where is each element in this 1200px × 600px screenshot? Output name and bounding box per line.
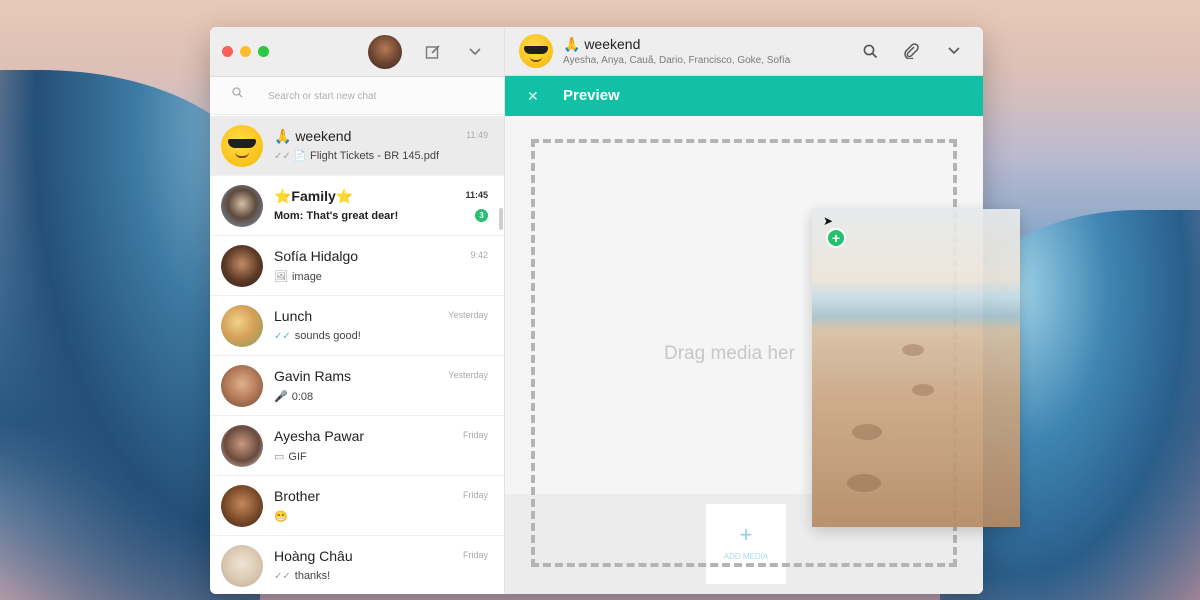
window-controls bbox=[222, 46, 269, 57]
chat-preview-text: 0:08 bbox=[291, 390, 314, 403]
chat-time: Friday bbox=[462, 430, 488, 440]
group-avatar[interactable] bbox=[519, 34, 553, 68]
avatar bbox=[221, 125, 263, 167]
chat-preview-text: sounds good! bbox=[294, 330, 361, 342]
chat-preview: ✓✓ 📄 Flight Tickets - BR 145.pdf bbox=[274, 150, 439, 162]
chat-time: 9:42 bbox=[470, 250, 488, 260]
group-title: 🙏 weekend bbox=[563, 36, 641, 52]
search-icon bbox=[232, 87, 243, 101]
chat-preview: 😁 bbox=[274, 510, 288, 523]
gif-icon: ▭ bbox=[274, 451, 285, 463]
avatar bbox=[221, 425, 263, 467]
chat-name: Gavin Rams bbox=[274, 368, 352, 384]
close-window-button[interactable] bbox=[222, 46, 233, 57]
chat-preview-text: 😁 bbox=[274, 511, 288, 523]
footprint bbox=[847, 474, 881, 492]
chat-row-family[interactable]: ⭐Family⭐ 11:45 Mom: That's great dear! 3 bbox=[210, 176, 504, 236]
chat-name: Lunch bbox=[274, 308, 313, 324]
chat-time: Friday bbox=[462, 490, 488, 500]
chat-preview: ✓✓ thanks! bbox=[274, 570, 330, 582]
chat-preview: 🎤 0:08 bbox=[274, 390, 314, 404]
mouse-cursor-icon: ➤ bbox=[823, 214, 834, 228]
drop-hint: Drag media her bbox=[664, 343, 795, 364]
preview-title: Preview bbox=[563, 87, 620, 104]
chat-preview-text: thanks! bbox=[294, 570, 331, 582]
sidebar-header bbox=[210, 27, 504, 77]
chat-preview: ✓✓ sounds good! bbox=[274, 330, 361, 342]
chat-preview-text: Mom: That's great dear! bbox=[274, 210, 399, 222]
search-input[interactable] bbox=[268, 86, 488, 106]
search-icon[interactable] bbox=[858, 39, 882, 63]
unread-badge: 3 bbox=[475, 209, 488, 222]
search-bar bbox=[210, 77, 504, 115]
chevron-down-icon[interactable] bbox=[463, 40, 487, 64]
chat-name: ⭐Family⭐ bbox=[274, 188, 354, 204]
chat-sidebar: 🙏 weekend 11:49 ✓✓ 📄 Flight Tickets - BR… bbox=[210, 27, 505, 594]
paperclip-icon[interactable] bbox=[899, 39, 923, 63]
dragged-beach-photo[interactable] bbox=[812, 209, 1020, 527]
sent-receipt-icon: ✓✓ bbox=[274, 570, 291, 582]
chevron-down-icon[interactable] bbox=[942, 39, 966, 63]
chat-preview: 🖼 image bbox=[274, 270, 322, 284]
chat-row-ayesha[interactable]: Ayesha Pawar Friday ▭ GIF bbox=[210, 416, 504, 476]
sunglasses-icon bbox=[524, 46, 548, 54]
read-receipt-icon: ✓✓ bbox=[274, 330, 291, 342]
footprint bbox=[852, 424, 882, 440]
document-icon: ✓✓ 📄 bbox=[274, 150, 306, 162]
chat-name: Brother bbox=[274, 488, 320, 504]
avatar bbox=[221, 245, 263, 287]
avatar bbox=[221, 545, 263, 587]
chat-row-gavin[interactable]: Gavin Rams Yesterday 🎤 0:08 bbox=[210, 356, 504, 416]
chat-row-lunch[interactable]: Lunch Yesterday ✓✓ sounds good! bbox=[210, 296, 504, 356]
chat-name: Sofía Hidalgo bbox=[274, 248, 359, 264]
chat-time: Friday bbox=[462, 550, 488, 560]
image-icon: 🖼 bbox=[274, 271, 288, 283]
preview-bar: ✕ Preview bbox=[505, 76, 983, 116]
chat-time: 11:45 bbox=[465, 190, 488, 200]
chat-time: 11:49 bbox=[466, 130, 488, 140]
group-members: Ayesha, Anya, Cauã, Dario, Francisco, Go… bbox=[563, 55, 791, 66]
avatar bbox=[221, 485, 263, 527]
avatar bbox=[221, 305, 263, 347]
chat-name: Hoàng Châu bbox=[274, 548, 353, 564]
avatar bbox=[221, 365, 263, 407]
footprint bbox=[912, 384, 934, 396]
chat-preview-text: Flight Tickets - BR 145.pdf bbox=[310, 150, 439, 162]
avatar bbox=[221, 185, 263, 227]
chat-row-hoang[interactable]: Hoàng Châu Friday ✓✓ thanks! bbox=[210, 536, 504, 594]
zoom-window-button[interactable] bbox=[258, 46, 269, 57]
chat-preview-text: image bbox=[291, 270, 322, 283]
chat-name: Ayesha Pawar bbox=[274, 428, 365, 444]
chat-row-brother[interactable]: Brother Friday 😁 bbox=[210, 476, 504, 536]
chat-time: Yesterday bbox=[448, 370, 488, 380]
chat-list: 🙏 weekend 11:49 ✓✓ 📄 Flight Tickets - BR… bbox=[210, 116, 504, 594]
conversation-header[interactable]: 🙏 weekend Ayesha, Anya, Cauã, Dario, Fra… bbox=[505, 27, 983, 76]
smile-icon bbox=[530, 57, 542, 62]
chat-preview-text: GIF bbox=[288, 450, 307, 463]
plus-badge-icon: + bbox=[826, 228, 846, 248]
chat-name: 🙏 weekend bbox=[274, 128, 352, 144]
chat-preview: ▭ GIF bbox=[274, 450, 307, 464]
chat-time: Yesterday bbox=[448, 310, 488, 320]
profile-avatar[interactable] bbox=[368, 35, 402, 69]
chat-row-sofia[interactable]: Sofía Hidalgo 9:42 🖼 image bbox=[210, 236, 504, 296]
minimize-window-button[interactable] bbox=[240, 46, 251, 57]
compose-icon[interactable] bbox=[421, 40, 445, 64]
microphone-icon: 🎤 bbox=[274, 391, 288, 403]
chat-row-weekend[interactable]: 🙏 weekend 11:49 ✓✓ 📄 Flight Tickets - BR… bbox=[210, 116, 504, 176]
close-icon[interactable]: ✕ bbox=[527, 88, 539, 105]
footprint bbox=[902, 344, 924, 356]
chat-preview: Mom: That's great dear! bbox=[274, 210, 398, 222]
